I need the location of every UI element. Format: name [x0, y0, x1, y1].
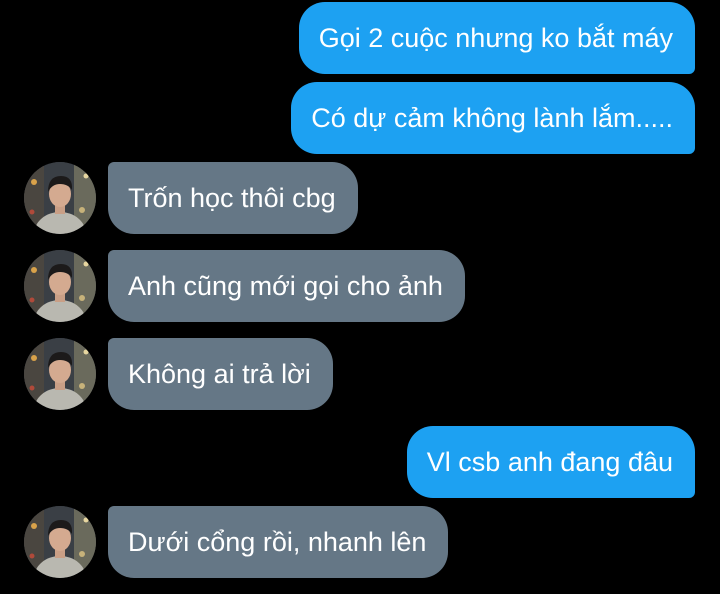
message-bubble-received[interactable]: Không ai trả lời: [108, 338, 333, 410]
message-text: Trốn học thôi cbg: [128, 182, 336, 213]
contact-avatar[interactable]: [24, 506, 96, 578]
contact-avatar[interactable]: [24, 250, 96, 322]
contact-avatar[interactable]: [24, 338, 96, 410]
message-bubble-sent[interactable]: Vl csb anh đang đâu: [406, 426, 695, 498]
message-text: Gọi 2 cuộc nhưng ko bắt máy: [318, 22, 673, 53]
message-text: Có dự cảm không lành lắm.....: [311, 102, 673, 133]
message-bubble-received[interactable]: Dưới cổng rồi, nhanh lên: [108, 506, 449, 578]
avatar-photo-icon: [24, 250, 96, 322]
message-bubble-received[interactable]: Trốn học thôi cbg: [108, 162, 358, 234]
message-text: Không ai trả lời: [128, 358, 311, 389]
message-bubble-sent[interactable]: Gọi 2 cuộc nhưng ko bắt máy: [298, 2, 695, 74]
contact-avatar[interactable]: [24, 162, 96, 234]
message-text: Dưới cổng rồi, nhanh lên: [128, 526, 427, 557]
avatar-photo-icon: [24, 162, 96, 234]
message-bubble-received[interactable]: Anh cũng mới gọi cho ảnh: [108, 250, 465, 322]
message-text: Anh cũng mới gọi cho ảnh: [128, 270, 443, 301]
avatar-photo-icon: [24, 338, 96, 410]
avatar-photo-icon: [24, 506, 96, 578]
message-text: Vl csb anh đang đâu: [426, 446, 673, 477]
message-bubble-sent[interactable]: Có dự cảm không lành lắm.....: [291, 82, 695, 154]
